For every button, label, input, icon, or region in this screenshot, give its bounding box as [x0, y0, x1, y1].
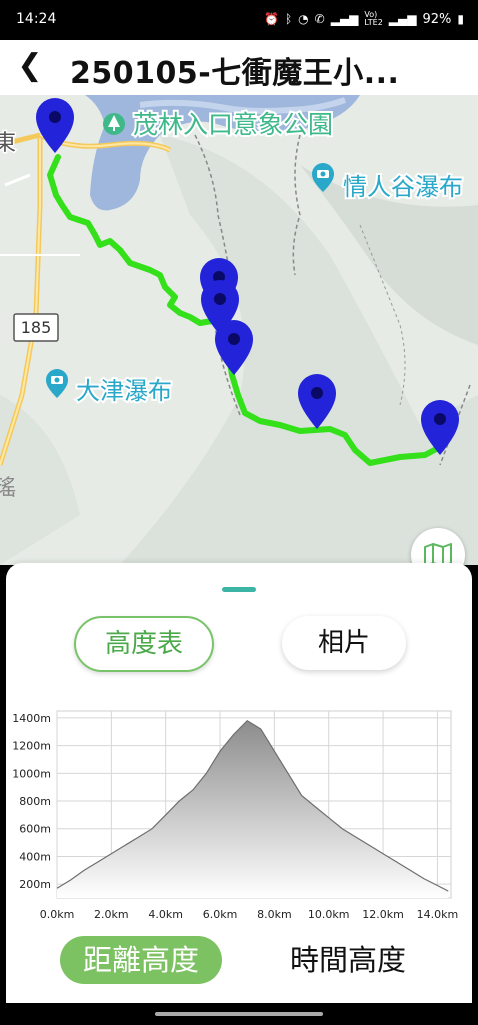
- map-edge-label: 瑤: [0, 476, 16, 501]
- x-tick-label: 4.0km: [148, 908, 183, 921]
- map-canvas: 185 茂林入口意象公園 情人谷瀑布 大津瀑布 東 瑤: [0, 95, 478, 565]
- poi-label-lovers-valley: 情人谷瀑布: [343, 173, 463, 201]
- wifi-icon: ◔: [298, 12, 309, 26]
- elevation-chart: 200m 400m 600m 800m 1000m 1200m 1400m 0.0km 2.0k…: [12, 710, 459, 921]
- distance-elevation-button[interactable]: 距離高度: [60, 936, 222, 984]
- x-tick-label: 12.0km: [362, 908, 404, 921]
- status-icons: ⏰ ᛒ ◔ ✆ ▂▄▆ Vo) LTE2 ▂▄▆ 92% ▮: [264, 11, 464, 27]
- status-time: 14:24: [16, 11, 57, 27]
- x-tick-label: 10.0km: [308, 908, 350, 921]
- x-tick-label: 0.0km: [40, 908, 75, 921]
- navigation-bar: [0, 1003, 478, 1025]
- road-shield-label: 185: [21, 318, 52, 337]
- y-tick-label: 800m: [19, 795, 51, 808]
- y-tick-label: 200m: [19, 878, 51, 891]
- x-tick-label: 8.0km: [257, 908, 292, 921]
- call-icon: ✆: [314, 12, 325, 26]
- time-elevation-button[interactable]: 時間高度: [268, 936, 428, 984]
- y-tick-label: 1400m: [12, 712, 51, 725]
- park-icon: [103, 113, 125, 135]
- x-tick-label: 14.0km: [417, 908, 459, 921]
- page-title: 250105-七衝魔王小...: [70, 56, 400, 91]
- signal-icon: ▂▄▆: [330, 12, 359, 26]
- back-arrow-icon[interactable]: ❮: [14, 48, 46, 84]
- poi-label-dajin-falls: 大津瀑布: [76, 377, 172, 405]
- home-indicator[interactable]: [155, 1012, 323, 1016]
- tab-elevation[interactable]: 高度表: [74, 616, 214, 672]
- y-tick-label: 1200m: [12, 740, 51, 753]
- signal-icon: ▂▄▆: [388, 12, 417, 26]
- y-tick-label: 600m: [19, 823, 51, 836]
- y-tick-label: 1000m: [12, 767, 51, 780]
- x-tick-label: 6.0km: [203, 908, 238, 921]
- alarm-icon: ⏰: [264, 12, 279, 26]
- status-bar: 14:24 ⏰ ᛒ ◔ ✆ ▂▄▆ Vo) LTE2 ▂▄▆ 92% ▮: [0, 0, 478, 40]
- bluetooth-icon: ᛒ: [284, 12, 293, 26]
- x-tick-label: 2.0km: [94, 908, 129, 921]
- bottom-sheet: 高度表 相片 200m 400m 600m 800m 1000m 1200m 1400m 0.…: [6, 563, 472, 1003]
- poi-label-park: 茂林入口意象公園: [133, 110, 333, 139]
- tab-photos[interactable]: 相片: [282, 616, 406, 670]
- battery-icon: ▮: [457, 12, 464, 26]
- y-tick-label: 400m: [19, 850, 51, 863]
- elevation-area: [57, 720, 449, 898]
- battery-level: 92%: [422, 11, 452, 27]
- sheet-drag-handle[interactable]: [222, 587, 256, 592]
- volte-icon: Vo) LTE2: [364, 10, 383, 27]
- app-bar: ❮ 250105-七衝魔王小...: [0, 40, 478, 95]
- map-view[interactable]: 185 茂林入口意象公園 情人谷瀑布 大津瀑布 東 瑤: [0, 95, 478, 565]
- map-edge-label: 東: [0, 131, 16, 156]
